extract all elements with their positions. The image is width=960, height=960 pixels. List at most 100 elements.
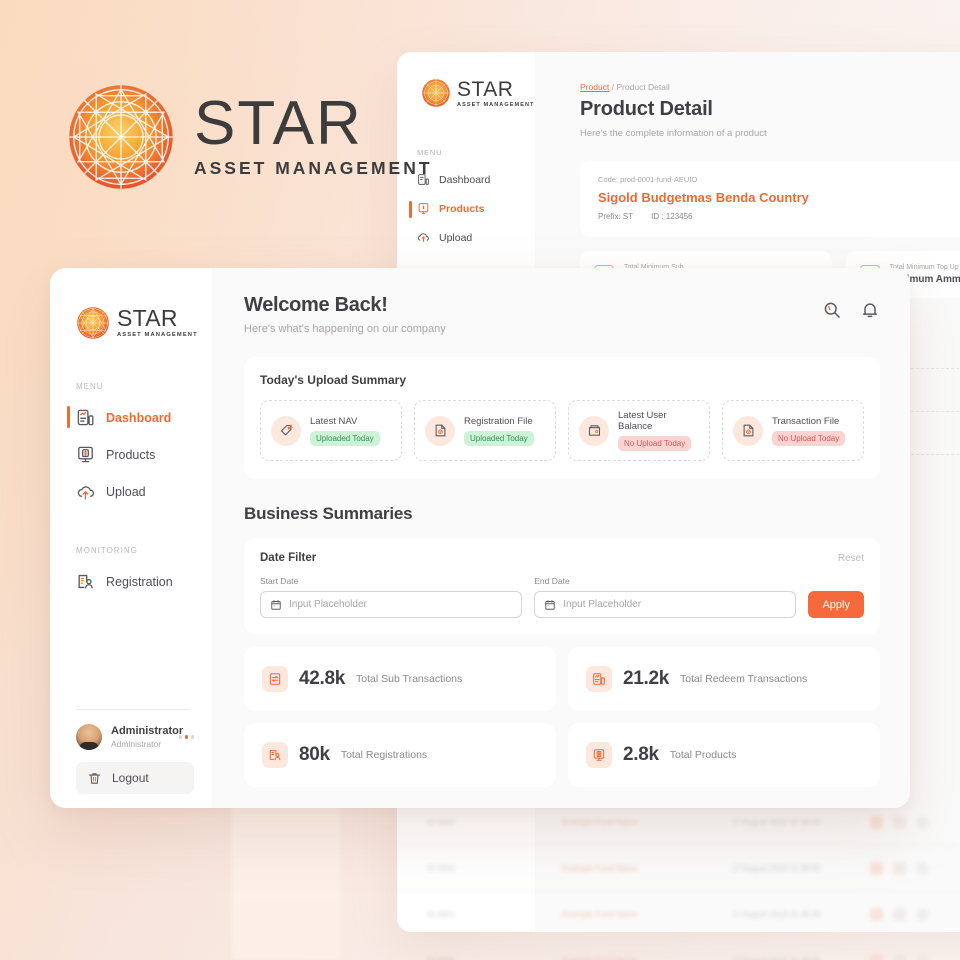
sidebar-user[interactable]: Administrator Administrator [76, 724, 194, 750]
bell-icon[interactable] [860, 300, 880, 320]
background-logo-name: STAR [457, 77, 514, 101]
background-nav-products[interactable]: Products [409, 201, 535, 218]
sidebar-logo-name: STAR [117, 305, 178, 332]
more-options-icon[interactable] [178, 735, 194, 739]
upload-summary-cards: Latest NAV Uploaded Today Registration F… [260, 400, 864, 461]
more-icon[interactable] [916, 908, 929, 921]
sidebar-divider [76, 709, 190, 710]
more-icon[interactable] [916, 816, 929, 829]
sidebar-item-products[interactable]: Products [76, 436, 212, 473]
table-row-actions [870, 908, 929, 921]
dashboard-icon [77, 409, 94, 426]
avatar [76, 724, 102, 750]
more-icon[interactable] [916, 954, 929, 960]
delete-icon[interactable] [893, 954, 906, 960]
products-stat-icon [586, 742, 612, 768]
table-cell-date: 17 August 2022 11:38:05 [732, 955, 821, 960]
upload-card-latest-nav[interactable]: Latest NAV Uploaded Today [260, 400, 402, 461]
table-cell-name: Example Fund Name [562, 956, 732, 960]
background-page-subtitle: Here's the complete information of a pro… [580, 128, 767, 139]
wallet-icon [579, 415, 609, 446]
apply-button[interactable]: Apply [808, 591, 864, 618]
table-cell-name: Example Fund Name [562, 910, 638, 919]
reset-button[interactable]: Reset [838, 553, 864, 564]
table-row-actions [870, 816, 929, 829]
sidebar-menu-label: MENU [76, 382, 104, 391]
delete-icon[interactable] [893, 908, 906, 921]
table-cell-date: 17 August 2022 11:38:05 [732, 909, 821, 919]
stat-caption: Total Registrations [340, 749, 428, 761]
background-nav-upload[interactable]: Upload [417, 231, 535, 244]
table-row-actions [870, 954, 929, 960]
background-nav-products-label: Products [439, 202, 485, 215]
delete-icon[interactable] [893, 816, 906, 829]
hero-logo-tagline: ASSET MANAGEMENT [194, 157, 433, 178]
background-product-prefix: Prefix: ST [598, 212, 634, 221]
upload-summary-title: Today's Upload Summary [260, 373, 406, 387]
background-nav-upload-label: Upload [439, 231, 473, 244]
status-badge: No Upload Today [772, 430, 846, 446]
status-badge: Uploaded Today [310, 430, 380, 446]
sidebar-item-registration[interactable]: Registration [76, 563, 212, 600]
edit-icon[interactable] [870, 816, 883, 829]
start-date-placeholder: Input Placeholder [289, 599, 367, 610]
sidebar-item-dashboard-label: Dashboard [106, 410, 172, 425]
sidebar-item-products-label: Products [106, 447, 156, 462]
background-sidebar-lower-strip [232, 795, 340, 960]
registration-file-icon [425, 415, 455, 446]
date-filter-title: Date Filter [260, 552, 317, 564]
hero-logo-name: STAR [194, 89, 363, 159]
stat-value: 42.8k [299, 668, 346, 689]
background-menu-label: MENU [417, 148, 443, 157]
sidebar-item-upload-label: Upload [106, 484, 146, 499]
upload-card-transaction-file[interactable]: Transaction File No Upload Today [722, 400, 864, 461]
background-product-meta: Prefix: ST ID : 123456 [598, 212, 960, 221]
date-filter-panel: Date Filter Reset Start Date Input Place… [244, 538, 880, 634]
edit-icon[interactable] [870, 862, 883, 875]
calendar-icon [271, 599, 281, 610]
stat-caption: Total Sub Transactions [356, 673, 463, 685]
breadcrumb-link-product[interactable]: Product [580, 82, 609, 92]
edit-icon[interactable] [870, 908, 883, 921]
more-icon[interactable] [916, 862, 929, 875]
end-date-input[interactable]: Input Placeholder [534, 591, 797, 618]
screenshot-stage: STAR ASSET MANAGEMENT MENU Dashboard Pro… [0, 0, 960, 960]
search-icon[interactable] [822, 300, 842, 320]
business-summaries-title: Business Summaries [244, 504, 413, 523]
background-product-name: Sigold Budgetmas Benda Country [598, 190, 809, 205]
background-product-code: Code: prod-0001-fund-AEUIO [598, 175, 698, 184]
products-icon [78, 446, 93, 463]
page-header: Welcome Back! Here's what's happening on… [244, 294, 880, 335]
sidebar-item-dashboard[interactable]: Dashboard [67, 399, 212, 436]
background-nav-dashboard[interactable]: Dashboard [417, 173, 535, 186]
edit-icon[interactable] [870, 954, 883, 960]
dashboard-window: STAR ASSET MANAGEMENT MENU Dashboard Pro… [50, 268, 910, 808]
registration-icon [78, 574, 93, 589]
background-nav-dashboard-label: Dashboard [439, 173, 491, 186]
start-date-input[interactable]: Input Placeholder [260, 591, 523, 618]
table-cell-id: ID 0001 [427, 818, 456, 827]
background-table: ID 0001 Example Fund Name 17 August 2022… [397, 800, 960, 960]
star-logo-mark-icon [77, 307, 109, 339]
sidebar-monitoring-label: MONITORING [76, 546, 138, 555]
calendar-icon [545, 599, 555, 610]
sidebar-item-upload[interactable]: Upload [76, 473, 212, 510]
delete-icon[interactable] [893, 862, 906, 875]
sidebar-user-role: Administrator [111, 738, 162, 749]
page-subtitle: Here's what's happening on our company [244, 323, 446, 335]
logout-button[interactable]: Logout [76, 762, 194, 794]
trash-icon [88, 772, 101, 784]
upload-card-registration-file[interactable]: Registration File Uploaded Today [414, 400, 556, 461]
end-date-field: End Date Input Placeholder [534, 576, 797, 618]
logout-label: Logout [112, 771, 149, 785]
table-cell-id: ID 0001 [427, 864, 456, 873]
stat-value: 80k [299, 744, 330, 765]
background-breadcrumb: Product / Product Detail [580, 82, 960, 92]
sidebar-logo[interactable]: STAR ASSET MANAGEMENT [76, 306, 212, 340]
hero-logo: STAR ASSET MANAGEMENT [66, 82, 433, 192]
stats-grid: 42.8k Total Sub Transactions 21.2k Total… [244, 647, 880, 787]
stat-card-registrations: 80k Total Registrations [244, 723, 556, 787]
background-logo-tagline: ASSET MANAGEMENT [457, 101, 535, 108]
upload-card-latest-user-balance[interactable]: Latest User Balance No Upload Today [568, 400, 710, 461]
stat-value: 2.8k [623, 744, 659, 765]
